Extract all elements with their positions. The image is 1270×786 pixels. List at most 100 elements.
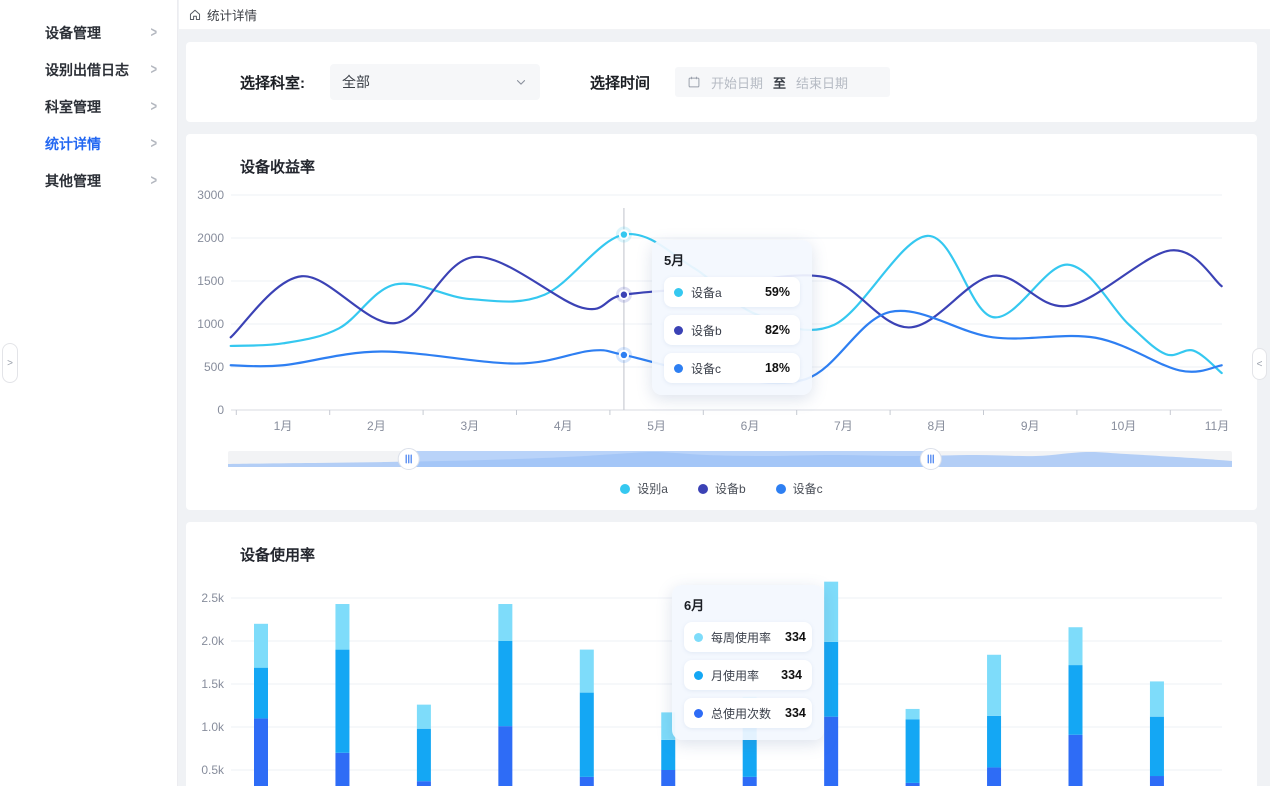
bar-segment-总使用次数[interactable] [661, 770, 675, 786]
y-axis-label: 2000 [197, 231, 224, 245]
legend-dot-icon [698, 484, 708, 494]
chevron-right-icon: > [151, 99, 157, 115]
bar-segment-月使用率[interactable] [824, 642, 838, 717]
chevron-right-icon: > [151, 25, 157, 41]
legend-item-设备b[interactable]: 设备b [698, 480, 746, 497]
bar-segment-每周使用率[interactable] [1069, 627, 1083, 665]
sidebar: 设备管理>设别出借日志>科室管理>统计详情>其他管理> [0, 0, 178, 786]
sidebar-item-label: 其他管理 [45, 171, 101, 191]
legend-label: 设别a [637, 480, 668, 497]
bar-segment-每周使用率[interactable] [417, 705, 431, 729]
bar-segment-月使用率[interactable] [661, 740, 675, 770]
department-filter-label: 选择科室: [240, 72, 305, 93]
bar-segment-总使用次数[interactable] [254, 718, 268, 786]
bar-segment-总使用次数[interactable] [417, 781, 431, 786]
chevron-right-icon: > [151, 136, 157, 152]
bar-segment-每周使用率[interactable] [987, 655, 1001, 716]
bar-segment-总使用次数[interactable] [987, 767, 1001, 786]
date-range-picker[interactable]: 开始日期 至 结束日期 [675, 67, 890, 97]
expand-left-panel-button[interactable]: > [2, 343, 18, 383]
bar-segment-月使用率[interactable] [580, 693, 594, 777]
y-axis-label: 0.5k [201, 763, 225, 777]
breadcrumb[interactable]: 统计详情 [188, 5, 257, 24]
chevron-down-icon [514, 75, 528, 89]
line-chart-tooltip: 5月 设备a59%设备b82%设备c18% [652, 240, 812, 395]
bar-segment-月使用率[interactable] [987, 716, 1001, 768]
bar-segment-每周使用率[interactable] [498, 604, 512, 641]
tooltip-row: 每周使用率334 [684, 622, 812, 652]
legend-label: 设备b [715, 480, 746, 497]
x-axis-label: 3月 [460, 419, 479, 433]
end-date-input[interactable]: 结束日期 [796, 73, 848, 92]
y-axis-label: 3000 [197, 188, 224, 202]
x-axis-label: 1月 [274, 419, 293, 433]
handle-grip-icon [930, 455, 931, 464]
bar-segment-总使用次数[interactable] [743, 777, 757, 786]
bar-segment-每周使用率[interactable] [824, 582, 838, 642]
bar-segment-每周使用率[interactable] [254, 624, 268, 668]
bar-segment-每周使用率[interactable] [580, 650, 594, 693]
home-icon [188, 8, 202, 22]
legend-item-设备c[interactable]: 设备c [776, 480, 823, 497]
y-axis-label: 1000 [197, 317, 224, 331]
legend-dot-icon [776, 484, 786, 494]
sidebar-item-科室管理[interactable]: 科室管理 > [0, 88, 177, 125]
department-select[interactable]: 全部 [330, 64, 540, 100]
bar-segment-总使用次数[interactable] [335, 753, 349, 786]
tooltip-row: 设备c18% [664, 353, 800, 383]
sidebar-item-label: 统计详情 [45, 134, 101, 154]
bar-segment-每周使用率[interactable] [906, 709, 920, 719]
tooltip-row: 设备a59% [664, 277, 800, 307]
page: { "sidebar": { "items": [ { "label": "设备… [0, 0, 1270, 786]
breadcrumb-bar: 统计详情 [179, 0, 1270, 30]
tooltip-title: 6月 [684, 595, 812, 614]
tooltip-title: 5月 [664, 250, 800, 269]
time-filter-label: 选择时间 [590, 72, 650, 93]
chevron-right-icon: > [151, 62, 157, 78]
sidebar-item-设别出借日志[interactable]: 设别出借日志> [0, 51, 177, 88]
y-axis-label: 2.0k [201, 634, 225, 648]
legend-dot-icon [620, 484, 630, 494]
bar-segment-月使用率[interactable] [417, 729, 431, 781]
sidebar-item-其他管理[interactable]: 其他管理> [0, 162, 177, 199]
revenue-chart-card: 设备收益率 050010001500200030001月2月3月4月5月6月7月… [186, 134, 1257, 510]
bar-segment-总使用次数[interactable] [580, 777, 594, 786]
sidebar-item-统计详情[interactable]: 统计详情 > [0, 125, 177, 162]
line-chart-legend: 设别a 设备b 设备c [186, 480, 1257, 497]
collapse-right-panel-button[interactable]: < [1252, 348, 1267, 380]
x-axis-label: 2月 [367, 419, 386, 433]
series-dot-icon [674, 326, 683, 335]
bar-chart-tooltip: 6月 每周使用率334月使用率334总使用次数334 [672, 585, 824, 740]
x-axis-label: 11月 [1205, 419, 1229, 433]
series-dot-icon [694, 633, 703, 642]
sidebar-item-label: 科室管理 [45, 97, 101, 117]
bar-segment-月使用率[interactable] [1069, 665, 1083, 735]
chevron-left-icon: < [1257, 359, 1263, 370]
bar-segment-月使用率[interactable] [254, 668, 268, 719]
x-axis-label: 4月 [554, 419, 573, 433]
breadcrumb-label: 统计详情 [207, 5, 257, 24]
legend-item-设别a[interactable]: 设别a [620, 480, 668, 497]
tooltip-series-value: 334 [785, 630, 806, 644]
x-axis-label: 5月 [647, 419, 666, 433]
start-date-input[interactable]: 开始日期 [711, 73, 763, 92]
tooltip-rows: 设备a59%设备b82%设备c18% [664, 277, 800, 383]
main-content: 统计详情 选择科室: 全部 选择时间 开始日期 至 结束日期 设备收益率 050… [179, 0, 1270, 786]
tooltip-series-name: 月使用率 [711, 667, 767, 684]
highlighted-point [620, 351, 628, 359]
bar-segment-月使用率[interactable] [906, 719, 920, 783]
bar-segment-总使用次数[interactable] [1150, 776, 1164, 786]
bar-segment-月使用率[interactable] [498, 641, 512, 726]
bar-segment-月使用率[interactable] [335, 650, 349, 753]
handle-grip-icon [928, 455, 929, 464]
sidebar-item-设备管理[interactable]: 设备管理> [0, 14, 177, 51]
bar-segment-每周使用率[interactable] [1150, 681, 1164, 716]
bar-segment-总使用次数[interactable] [824, 717, 838, 786]
tooltip-series-name: 设备c [691, 360, 751, 377]
y-axis-label: 1.0k [201, 720, 225, 734]
bar-segment-每周使用率[interactable] [335, 604, 349, 650]
bar-segment-总使用次数[interactable] [498, 726, 512, 786]
y-axis-label: 2.5k [201, 591, 225, 605]
bar-segment-月使用率[interactable] [1150, 717, 1164, 776]
bar-segment-总使用次数[interactable] [1069, 735, 1083, 786]
